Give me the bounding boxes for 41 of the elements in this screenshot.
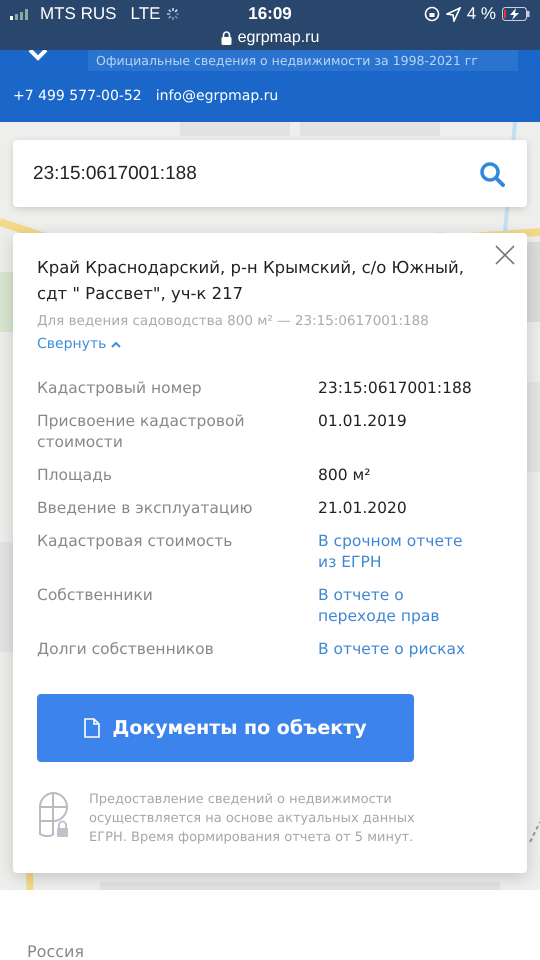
field-label: Площадь bbox=[37, 465, 113, 486]
logo-icon[interactable] bbox=[28, 50, 48, 62]
battery-icon bbox=[502, 7, 530, 21]
rotation-lock-icon bbox=[424, 6, 440, 22]
search-bar[interactable]: 23:15:0617001:188 bbox=[13, 140, 527, 207]
field-label: Присвоение кадастровой стоимости bbox=[37, 411, 246, 453]
close-icon[interactable] bbox=[495, 245, 515, 265]
document-icon bbox=[84, 718, 100, 738]
search-icon[interactable] bbox=[479, 160, 505, 186]
field-label: Собственники bbox=[37, 585, 154, 606]
address-title: Край Краснодарский, р-н Крымский, с/о Южный, сдт " Рассвет", уч-к 217 bbox=[37, 257, 466, 305]
report-link[interactable]: В отчете о переходе прав bbox=[318, 585, 483, 627]
field-label: Кадастровая стоимость bbox=[37, 531, 234, 552]
subtitle: Для ведения садоводства 800 м² — 23:15:0617001:188 bbox=[37, 313, 430, 329]
carrier-name: MTS RUS bbox=[40, 4, 116, 24]
collapse-link[interactable]: Свернуть bbox=[37, 336, 122, 352]
spinner-icon bbox=[166, 7, 180, 21]
search-field[interactable]: 23:15:0617001:188 bbox=[31, 162, 479, 186]
disclaimer-text: Предоставление сведений о недвижимости осуществляется на основе актуальных данных ЕГРН. Время формирования отчета от 5 минут. bbox=[89, 791, 416, 847]
clock-time: 16:09 bbox=[248, 4, 292, 23]
field-value: 01.01.2019 bbox=[318, 411, 408, 432]
tagline: Официальные сведения о недвижимости за 1998-2021 гг bbox=[88, 50, 518, 71]
url-text[interactable]: egrpmap.ru bbox=[238, 29, 320, 47]
lock-icon bbox=[220, 31, 232, 45]
network-type: LTE bbox=[130, 4, 160, 24]
field-label: Кадастровый номер bbox=[37, 378, 203, 399]
country-label: Россия bbox=[27, 942, 84, 960]
report-link[interactable]: В отчете о рисках bbox=[318, 639, 483, 660]
field-label: Введение в эксплуатацию bbox=[37, 498, 254, 519]
field-value: 23:15:0617001:188 bbox=[318, 378, 473, 399]
map-lock-icon bbox=[37, 790, 71, 838]
chevron-icon bbox=[111, 340, 122, 348]
field-value: 800 м² bbox=[318, 465, 372, 486]
phone-link[interactable]: +7 499 577-00-52 bbox=[13, 88, 142, 104]
report-link[interactable]: В срочном отчете из ЕГРН bbox=[318, 531, 483, 573]
email-link[interactable]: info@egrpmap.ru bbox=[156, 88, 278, 104]
field-value: 21.01.2020 bbox=[318, 498, 408, 519]
documents-button[interactable]: Документы по объекту bbox=[37, 694, 414, 762]
field-label: Долги собственников bbox=[37, 639, 215, 660]
location-arrow-icon bbox=[446, 6, 461, 22]
battery-percent: 4 % bbox=[466, 4, 496, 24]
